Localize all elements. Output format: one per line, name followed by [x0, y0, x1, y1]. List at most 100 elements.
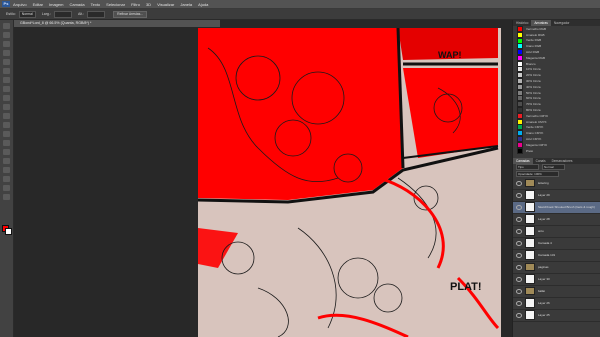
menu-file[interactable]: Arquivo	[13, 2, 27, 7]
layer-name: paginas	[538, 265, 549, 270]
visibility-eye-icon[interactable]	[516, 312, 522, 318]
layer-name: Layer 28	[538, 217, 550, 222]
menu-type[interactable]: Texto	[91, 2, 101, 7]
swatch-label: Vermelho RGB	[526, 26, 547, 31]
menu-window[interactable]: Janela	[180, 2, 192, 7]
swatch-label: Verde CMYK	[526, 125, 544, 130]
swatch-label: 60% Cinza	[526, 96, 541, 101]
layer-row[interactable]: lettering	[513, 178, 600, 190]
menu-help[interactable]: Ajuda	[198, 2, 208, 7]
visibility-eye-icon[interactable]	[516, 204, 522, 210]
swatch-label: Preto	[526, 148, 534, 153]
visibility-eye-icon[interactable]	[516, 288, 522, 294]
visibility-eye-icon[interactable]	[516, 252, 522, 258]
hand-tool-icon[interactable]	[3, 185, 10, 191]
visibility-eye-icon[interactable]	[516, 192, 522, 198]
layer-kind-filter[interactable]: Tipo	[516, 164, 539, 171]
tab-layers[interactable]: Camadas	[513, 157, 533, 164]
swatch-label: 80% Cinza	[526, 108, 541, 113]
layer-name: Sketchbook Shouted Brush (Gets & rough)	[538, 205, 595, 210]
menu-select[interactable]: Selecionar	[106, 2, 125, 7]
menu-layer[interactable]: Camada	[69, 2, 84, 7]
options-bar: Estilo: Normal Larg.: Alt.: Refinar Ares…	[0, 9, 600, 20]
refine-edge-button[interactable]: Refinar Arestas...	[113, 10, 148, 18]
type-tool-icon[interactable]	[3, 158, 10, 164]
clone-stamp-tool-icon[interactable]	[3, 95, 10, 101]
layer-row[interactable]: Camada 4	[513, 238, 600, 250]
menu-edit[interactable]: Editar	[33, 2, 43, 7]
tab-paths[interactable]: Demarcadores	[549, 158, 576, 164]
visibility-eye-icon[interactable]	[516, 240, 522, 246]
tab-navigator[interactable]: Navegador	[551, 20, 573, 26]
marquee-tool-icon[interactable]	[3, 32, 10, 38]
folder-icon	[525, 287, 535, 296]
shape-tool-icon[interactable]	[3, 176, 10, 182]
move-tool-icon[interactable]	[3, 23, 10, 29]
visibility-eye-icon[interactable]	[516, 216, 522, 222]
blend-mode-select[interactable]: Normal	[542, 164, 565, 171]
text-layer-icon	[525, 202, 535, 213]
swatch-label: Azul RGB	[526, 50, 540, 55]
visibility-eye-icon[interactable]	[516, 300, 522, 306]
layer-row[interactable]: Layer 29	[513, 190, 600, 202]
layer-row[interactable]: Camada 131	[513, 250, 600, 262]
height-input[interactable]	[87, 10, 106, 18]
right-panel-dock: Histórico Amostras Navegador Vermelho RG…	[512, 20, 600, 337]
swatches-list: Vermelho RGB Amarelo RGB Verde RGB Ciano RG…	[513, 25, 600, 154]
swatch-label: Magenta CMYK	[526, 142, 548, 147]
layer-row[interactable]: balão	[513, 286, 600, 298]
height-label: Alt.:	[77, 12, 85, 16]
healing-tool-icon[interactable]	[3, 77, 10, 83]
eraser-tool-icon[interactable]	[3, 113, 10, 119]
quick-select-tool-icon[interactable]	[3, 50, 10, 56]
layer-name: Layer 26	[538, 301, 550, 306]
opacity-field[interactable]: Opacidade: 100%	[516, 171, 559, 178]
swatch-label: 10% Cinza	[526, 67, 541, 72]
document-tab[interactable]: GBond*Lord_8 @ 66.5% (Quanta, RGB/8*) *	[14, 20, 220, 27]
menu-3d[interactable]: 3D	[146, 2, 151, 7]
crop-tool-icon[interactable]	[3, 59, 10, 65]
layer-thumbnail	[525, 310, 535, 321]
layer-row[interactable]: Layer 26	[513, 298, 600, 310]
layer-name: Layer 29	[538, 193, 550, 198]
layer-row[interactable]: paginas	[513, 262, 600, 274]
layer-row[interactable]: Sketchbook Shouted Brush (Gets & rough)	[513, 201, 600, 214]
background-color-swatch[interactable]	[5, 228, 12, 235]
layer-row[interactable]: Layer 28	[513, 214, 600, 226]
tab-swatches[interactable]: Amostras	[531, 20, 551, 26]
history-brush-tool-icon[interactable]	[3, 104, 10, 110]
layer-thumbnail	[525, 238, 535, 249]
layer-row[interactable]: Layer 25	[513, 310, 600, 322]
style-select[interactable]: Normal	[18, 10, 36, 18]
menu-filter[interactable]: Filtro	[131, 2, 140, 7]
gradient-tool-icon[interactable]	[3, 122, 10, 128]
swatch-label: Vermelho CMYK	[526, 113, 549, 118]
canvas[interactable]: PLAT! WAP!	[198, 28, 501, 337]
path-select-tool-icon[interactable]	[3, 167, 10, 173]
visibility-eye-icon[interactable]	[516, 228, 522, 234]
swatch-label: Verde RGB	[526, 38, 542, 43]
blur-tool-icon[interactable]	[3, 131, 10, 137]
swatch-item[interactable]: Preto	[513, 147, 600, 154]
menu-view[interactable]: Visualizar	[157, 2, 174, 7]
zoom-tool-icon[interactable]	[3, 194, 10, 200]
layer-name: Camada 131	[538, 253, 556, 258]
lasso-tool-icon[interactable]	[3, 41, 10, 47]
sfx-text-wap: WAP!	[438, 50, 462, 60]
sfx-text-plat: PLAT!	[450, 281, 482, 293]
dodge-tool-icon[interactable]	[3, 140, 10, 146]
layer-row[interactable]: arco	[513, 226, 600, 238]
style-label: Estilo:	[6, 12, 16, 16]
layer-row[interactable]: Layer 30	[513, 274, 600, 286]
width-input[interactable]	[53, 10, 72, 18]
visibility-eye-icon[interactable]	[516, 276, 522, 282]
menu-image[interactable]: Imagem	[49, 2, 63, 7]
brush-tool-icon[interactable]	[3, 86, 10, 92]
swatch-label: 70% Cinza	[526, 102, 541, 107]
visibility-eye-icon[interactable]	[516, 180, 522, 186]
visibility-eye-icon[interactable]	[516, 264, 522, 270]
swatch-label: Ciano RGB	[526, 44, 542, 49]
pen-tool-icon[interactable]	[3, 149, 10, 155]
eyedropper-tool-icon[interactable]	[3, 68, 10, 74]
tab-channels[interactable]: Canais	[533, 158, 549, 164]
